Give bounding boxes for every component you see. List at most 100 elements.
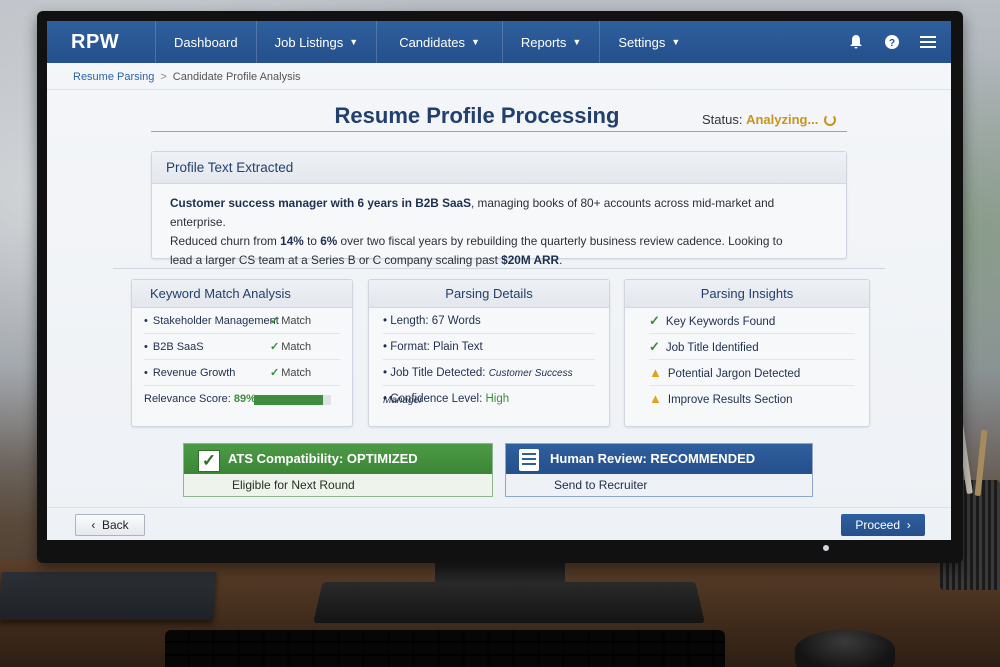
ats-heading: ✓ ATS Compatibility: OPTIMIZED [184, 444, 492, 474]
panel-heading: Profile Text Extracted [152, 152, 846, 184]
nav-label: Candidates [399, 34, 465, 50]
detail-row: • Confidence Level: High [383, 393, 510, 405]
proceed-button[interactable]: Proceed › [841, 514, 925, 536]
app-logo[interactable]: RPW [47, 31, 155, 54]
chevron-down-icon: ▼ [470, 37, 480, 47]
text-bold: $20M ARR [501, 253, 560, 267]
score-label: Relevance Score: [144, 393, 231, 405]
extracted-text-panel: Profile Text Extracted Customer success … [151, 151, 847, 267]
proceed-label: Proceed [855, 518, 901, 532]
ats-compatibility-box[interactable]: ✓ ATS Compatibility: OPTIMIZED Eligible … [183, 443, 493, 497]
text-span: lead a larger CS team at a Series B or C… [170, 253, 502, 267]
checkbox-icon: ✓ [198, 450, 220, 472]
nav-label: Settings [618, 34, 666, 50]
parsing-details-card: Parsing Details • Length: 67 Words • For… [368, 279, 610, 427]
app-screen: RPW Dashboard Job Listings ▼ Candidates ▼ … [47, 21, 951, 540]
insight-text: Job Title Identified [665, 342, 759, 354]
insight-row: ▲ Improve Results Section [649, 386, 855, 412]
card-heading: Parsing Insights [625, 280, 869, 308]
chevron-right-icon: › [906, 518, 911, 532]
keyboard [165, 630, 725, 667]
keyword-match-card: Keyword Match Analysis • Stakeholder Mana… [131, 279, 353, 427]
nav-settings[interactable]: Settings ▼ [599, 21, 698, 63]
check-icon: ✓ [270, 315, 280, 327]
bullet: • [144, 341, 148, 353]
nav-label: Reports [520, 34, 567, 50]
status-value: Analyzing... [746, 112, 819, 127]
relevance-score: Relevance Score: 89% [144, 386, 340, 412]
check-icon: ✓ [270, 367, 280, 379]
ats-title: ATS Compatibility: OPTIMIZED [228, 451, 418, 466]
insight-row: ✓ Job Title Identified [649, 334, 855, 360]
divider [47, 89, 951, 90]
extracted-text: Customer success manager with 6 years in… [152, 184, 846, 270]
human-review-box[interactable]: Human Review: RECOMMENDED Send to Recrui… [505, 443, 813, 497]
bell-icon[interactable] [847, 33, 865, 51]
svg-text:?: ? [889, 38, 895, 49]
keyword-row: • Revenue Growth ✓ Match [144, 360, 340, 386]
text-line: Customer success manager with 6 years in… [170, 194, 828, 232]
insight-text: Key Keywords Found [665, 316, 776, 328]
warning-icon: ▲ [649, 365, 662, 380]
text-line: Reduced churn from 14% to 6% over two fi… [170, 232, 828, 251]
card-heading: Parsing Details [369, 280, 609, 308]
title-underline [151, 131, 847, 132]
chevron-down-icon: ▼ [572, 37, 582, 47]
nav-job-listings[interactable]: Job Listings ▼ [255, 21, 377, 63]
power-led [823, 545, 829, 551]
back-button[interactable]: ‹ Back [75, 514, 145, 536]
status-label: Status: [702, 112, 743, 127]
match-label: Match [281, 341, 312, 353]
top-nav: RPW Dashboard Job Listings ▼ Candidates ▼ … [47, 21, 951, 63]
nav-reports[interactable]: Reports ▼ [501, 21, 599, 63]
match-result: ✓ Match [270, 308, 311, 334]
document-icon [519, 449, 539, 471]
insight-text: Improve Results Section [667, 394, 793, 406]
detail-label: Job Title Detected: [390, 367, 486, 379]
nav-label: Job Listings [274, 34, 344, 50]
insight-row: ✓ Key Keywords Found [649, 308, 855, 334]
check-icon: ✓ [270, 341, 280, 353]
match-label: Match [281, 315, 312, 327]
check-icon: ✓ [649, 339, 660, 354]
keyword-row: • Stakeholder Management ✓ Match [144, 308, 340, 334]
parsing-insights-card: Parsing Insights ✓ Key Keywords Found ✓ Jo… [624, 279, 870, 427]
human-review-title: Human Review: RECOMMENDED [550, 451, 756, 466]
keyword-row: • B2B SaaS ✓ Match [144, 334, 340, 360]
chevron-down-icon: ▼ [671, 37, 681, 47]
menu-icon[interactable] [919, 33, 937, 51]
notebook [0, 572, 217, 620]
breadcrumb-link[interactable]: Resume Parsing [73, 71, 154, 83]
bullet: • [144, 315, 148, 327]
text-bold: 6% [320, 234, 338, 248]
keyword-name: B2B SaaS [152, 341, 204, 353]
score-bar-fill [254, 395, 323, 405]
send-to-recruiter-link[interactable]: Send to Recruiter [506, 474, 812, 496]
chevron-down-icon: ▼ [349, 37, 359, 47]
score-value: 89% [233, 393, 256, 405]
detail-row: • Length: 67 Words [383, 308, 595, 334]
detail-row: • Format: Plain Text [383, 334, 595, 360]
text-bold: Customer success manager with 6 years in… [170, 196, 471, 210]
nav-label: Dashboard [174, 34, 238, 50]
keyword-name: Stakeholder Management [152, 315, 279, 327]
nav-candidates[interactable]: Candidates ▼ [376, 21, 502, 63]
status-indicator: Status: Analyzing... [702, 112, 836, 127]
nav-right-icons: ? [847, 21, 937, 63]
text-span: Reduced churn from [170, 234, 281, 248]
text-span: to [303, 234, 321, 248]
chevron-left-icon: ‹ [91, 518, 96, 532]
match-result: ✓ Match [270, 360, 311, 386]
mouse [795, 630, 895, 667]
help-icon[interactable]: ? [883, 33, 901, 51]
keyword-name: Revenue Growth [152, 367, 236, 379]
nav-dashboard[interactable]: Dashboard [155, 21, 256, 63]
spinner-icon [823, 114, 836, 126]
page-title: Resume Profile Processing [334, 103, 620, 128]
insight-row: ▲ Potential Jargon Detected [649, 360, 855, 386]
match-label: Match [281, 367, 312, 379]
score-bar [254, 395, 331, 405]
confidence-value: High [485, 393, 510, 405]
back-label: Back [101, 518, 129, 532]
insight-text: Potential Jargon Detected [667, 368, 801, 380]
